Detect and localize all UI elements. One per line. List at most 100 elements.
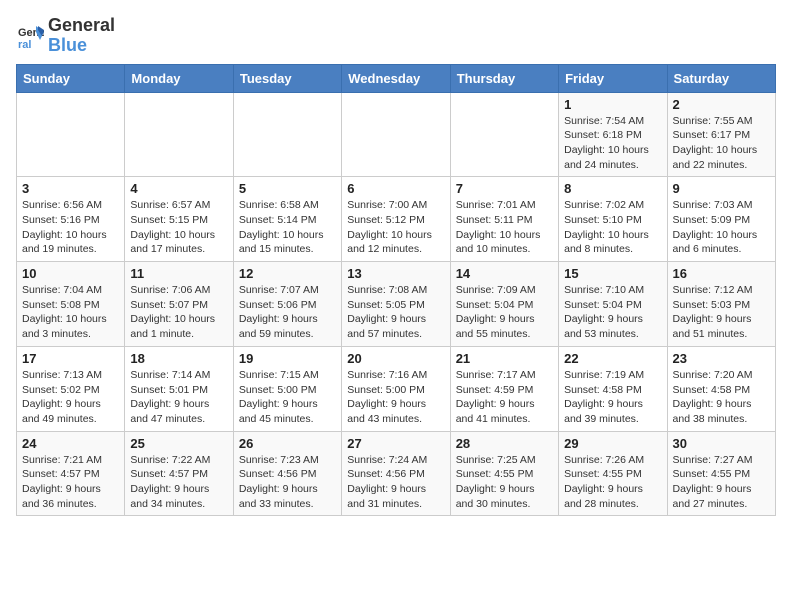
day-cell: 4 Sunrise: 6:57 AM Sunset: 5:15 PM Daylig… bbox=[125, 177, 233, 262]
day-number: 6 bbox=[347, 181, 444, 196]
day-cell: 5 Sunrise: 6:58 AM Sunset: 5:14 PM Daylig… bbox=[233, 177, 341, 262]
day-cell: 11 Sunrise: 7:06 AM Sunset: 5:07 PM Dayli… bbox=[125, 262, 233, 347]
day-cell: 20 Sunrise: 7:16 AM Sunset: 5:00 PM Dayli… bbox=[342, 346, 450, 431]
day-info: Sunrise: 7:25 AM Sunset: 4:55 PM Dayligh… bbox=[456, 453, 553, 512]
day-info: Sunrise: 7:20 AM Sunset: 4:58 PM Dayligh… bbox=[673, 368, 770, 427]
day-info: Sunrise: 7:13 AM Sunset: 5:02 PM Dayligh… bbox=[22, 368, 119, 427]
day-number: 4 bbox=[130, 181, 227, 196]
day-cell: 30Sunrise: 7:27 AM Sunset: 4:55 PM Dayli… bbox=[667, 431, 775, 516]
page-header: Gene ral General Blue bbox=[16, 16, 776, 56]
day-info: Sunrise: 7:02 AM Sunset: 5:10 PM Dayligh… bbox=[564, 198, 661, 257]
day-cell: 3 Sunrise: 6:56 AM Sunset: 5:16 PM Daylig… bbox=[17, 177, 125, 262]
day-info: Sunrise: 7:54 AM Sunset: 6:18 PM Dayligh… bbox=[564, 114, 661, 173]
day-info: Sunrise: 7:08 AM Sunset: 5:05 PM Dayligh… bbox=[347, 283, 444, 342]
day-number: 1 bbox=[564, 97, 661, 112]
day-cell: 22Sunrise: 7:19 AM Sunset: 4:58 PM Dayli… bbox=[559, 346, 667, 431]
day-cell: 27Sunrise: 7:24 AM Sunset: 4:56 PM Dayli… bbox=[342, 431, 450, 516]
header-row: SundayMondayTuesdayWednesdayThursdayFrid… bbox=[17, 64, 776, 92]
day-info: Sunrise: 7:01 AM Sunset: 5:11 PM Dayligh… bbox=[456, 198, 553, 257]
day-info: Sunrise: 7:16 AM Sunset: 5:00 PM Dayligh… bbox=[347, 368, 444, 427]
header-day-saturday: Saturday bbox=[667, 64, 775, 92]
day-number: 2 bbox=[673, 97, 770, 112]
day-info: Sunrise: 7:24 AM Sunset: 4:56 PM Dayligh… bbox=[347, 453, 444, 512]
day-cell: 28 Sunrise: 7:25 AM Sunset: 4:55 PM Dayli… bbox=[450, 431, 558, 516]
day-info: Sunrise: 7:03 AM Sunset: 5:09 PM Dayligh… bbox=[673, 198, 770, 257]
day-number: 15 bbox=[564, 266, 661, 281]
day-info: Sunrise: 7:12 AM Sunset: 5:03 PM Dayligh… bbox=[673, 283, 770, 342]
day-info: Sunrise: 7:55 AM Sunset: 6:17 PM Dayligh… bbox=[673, 114, 770, 173]
day-number: 25 bbox=[130, 436, 227, 451]
header-day-monday: Monday bbox=[125, 64, 233, 92]
day-info: Sunrise: 6:57 AM Sunset: 5:15 PM Dayligh… bbox=[130, 198, 227, 257]
day-cell: 26Sunrise: 7:23 AM Sunset: 4:56 PM Dayli… bbox=[233, 431, 341, 516]
day-info: Sunrise: 7:14 AM Sunset: 5:01 PM Dayligh… bbox=[130, 368, 227, 427]
day-info: Sunrise: 6:58 AM Sunset: 5:14 PM Dayligh… bbox=[239, 198, 336, 257]
day-cell: 6 Sunrise: 7:00 AM Sunset: 5:12 PM Daylig… bbox=[342, 177, 450, 262]
day-number: 19 bbox=[239, 351, 336, 366]
day-cell: 19Sunrise: 7:15 AM Sunset: 5:00 PM Dayli… bbox=[233, 346, 341, 431]
day-cell bbox=[233, 92, 341, 177]
day-info: Sunrise: 7:27 AM Sunset: 4:55 PM Dayligh… bbox=[673, 453, 770, 512]
day-number: 28 bbox=[456, 436, 553, 451]
header-day-wednesday: Wednesday bbox=[342, 64, 450, 92]
header-day-sunday: Sunday bbox=[17, 64, 125, 92]
day-info: Sunrise: 7:09 AM Sunset: 5:04 PM Dayligh… bbox=[456, 283, 553, 342]
day-number: 3 bbox=[22, 181, 119, 196]
day-number: 11 bbox=[130, 266, 227, 281]
week-row-4: 17 Sunrise: 7:13 AM Sunset: 5:02 PM Dayli… bbox=[17, 346, 776, 431]
day-number: 21 bbox=[456, 351, 553, 366]
day-cell bbox=[17, 92, 125, 177]
day-cell: 12Sunrise: 7:07 AM Sunset: 5:06 PM Dayli… bbox=[233, 262, 341, 347]
day-number: 5 bbox=[239, 181, 336, 196]
header-day-tuesday: Tuesday bbox=[233, 64, 341, 92]
day-cell: 13Sunrise: 7:08 AM Sunset: 5:05 PM Dayli… bbox=[342, 262, 450, 347]
day-number: 26 bbox=[239, 436, 336, 451]
day-cell: 21 Sunrise: 7:17 AM Sunset: 4:59 PM Dayli… bbox=[450, 346, 558, 431]
day-cell: 16 Sunrise: 7:12 AM Sunset: 5:03 PM Dayli… bbox=[667, 262, 775, 347]
day-info: Sunrise: 7:06 AM Sunset: 5:07 PM Dayligh… bbox=[130, 283, 227, 342]
day-number: 20 bbox=[347, 351, 444, 366]
header-day-friday: Friday bbox=[559, 64, 667, 92]
day-cell: 7 Sunrise: 7:01 AM Sunset: 5:11 PM Daylig… bbox=[450, 177, 558, 262]
day-cell: 17 Sunrise: 7:13 AM Sunset: 5:02 PM Dayli… bbox=[17, 346, 125, 431]
day-info: Sunrise: 7:17 AM Sunset: 4:59 PM Dayligh… bbox=[456, 368, 553, 427]
day-cell bbox=[450, 92, 558, 177]
day-cell: 25 Sunrise: 7:22 AM Sunset: 4:57 PM Dayli… bbox=[125, 431, 233, 516]
day-cell: 14 Sunrise: 7:09 AM Sunset: 5:04 PM Dayli… bbox=[450, 262, 558, 347]
day-info: Sunrise: 6:56 AM Sunset: 5:16 PM Dayligh… bbox=[22, 198, 119, 257]
day-info: Sunrise: 7:10 AM Sunset: 5:04 PM Dayligh… bbox=[564, 283, 661, 342]
day-cell: 23Sunrise: 7:20 AM Sunset: 4:58 PM Dayli… bbox=[667, 346, 775, 431]
day-number: 8 bbox=[564, 181, 661, 196]
day-number: 12 bbox=[239, 266, 336, 281]
day-cell: 29 Sunrise: 7:26 AM Sunset: 4:55 PM Dayli… bbox=[559, 431, 667, 516]
calendar-table: SundayMondayTuesdayWednesdayThursdayFrid… bbox=[16, 64, 776, 517]
day-cell: 9 Sunrise: 7:03 AM Sunset: 5:09 PM Daylig… bbox=[667, 177, 775, 262]
logo-icon: Gene ral bbox=[16, 22, 44, 50]
day-number: 9 bbox=[673, 181, 770, 196]
day-number: 24 bbox=[22, 436, 119, 451]
day-info: Sunrise: 7:04 AM Sunset: 5:08 PM Dayligh… bbox=[22, 283, 119, 342]
day-cell: 24 Sunrise: 7:21 AM Sunset: 4:57 PM Dayli… bbox=[17, 431, 125, 516]
day-info: Sunrise: 7:26 AM Sunset: 4:55 PM Dayligh… bbox=[564, 453, 661, 512]
day-cell: 15 Sunrise: 7:10 AM Sunset: 5:04 PM Dayli… bbox=[559, 262, 667, 347]
day-cell bbox=[125, 92, 233, 177]
day-number: 29 bbox=[564, 436, 661, 451]
logo: Gene ral General Blue bbox=[16, 16, 115, 56]
day-number: 10 bbox=[22, 266, 119, 281]
day-number: 7 bbox=[456, 181, 553, 196]
day-cell: 2 Sunrise: 7:55 AM Sunset: 6:17 PM Daylig… bbox=[667, 92, 775, 177]
day-number: 17 bbox=[22, 351, 119, 366]
week-row-1: 1 Sunrise: 7:54 AM Sunset: 6:18 PM Daylig… bbox=[17, 92, 776, 177]
day-number: 14 bbox=[456, 266, 553, 281]
day-info: Sunrise: 7:00 AM Sunset: 5:12 PM Dayligh… bbox=[347, 198, 444, 257]
week-row-2: 3 Sunrise: 6:56 AM Sunset: 5:16 PM Daylig… bbox=[17, 177, 776, 262]
day-number: 18 bbox=[130, 351, 227, 366]
day-info: Sunrise: 7:21 AM Sunset: 4:57 PM Dayligh… bbox=[22, 453, 119, 512]
header-day-thursday: Thursday bbox=[450, 64, 558, 92]
day-cell: 1 Sunrise: 7:54 AM Sunset: 6:18 PM Daylig… bbox=[559, 92, 667, 177]
day-cell: 8 Sunrise: 7:02 AM Sunset: 5:10 PM Daylig… bbox=[559, 177, 667, 262]
day-cell bbox=[342, 92, 450, 177]
day-info: Sunrise: 7:22 AM Sunset: 4:57 PM Dayligh… bbox=[130, 453, 227, 512]
day-info: Sunrise: 7:19 AM Sunset: 4:58 PM Dayligh… bbox=[564, 368, 661, 427]
day-number: 16 bbox=[673, 266, 770, 281]
